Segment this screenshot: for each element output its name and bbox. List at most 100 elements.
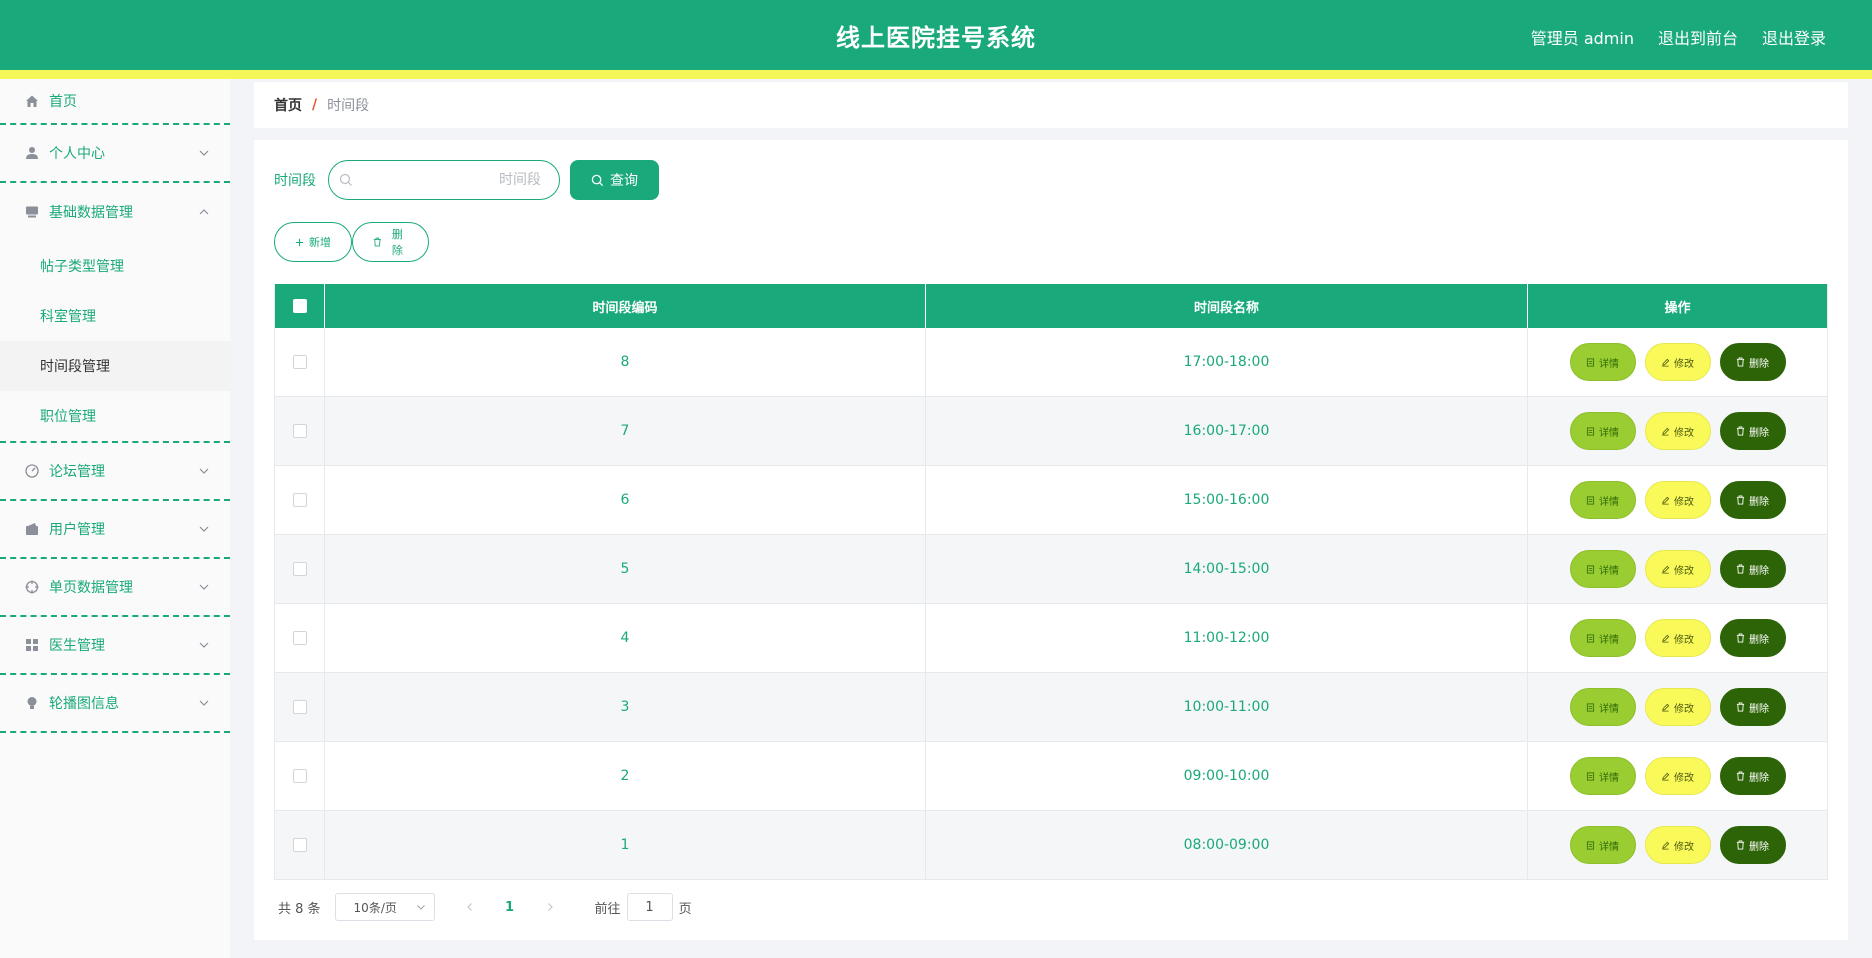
chevron-down-icon [416, 905, 425, 910]
document-icon [1586, 840, 1595, 850]
delete-button-label: 删除 [1749, 772, 1769, 784]
breadcrumb-current: 时间段 [327, 98, 370, 114]
sidebar-item-post-type[interactable]: 帖子类型管理 [0, 241, 230, 291]
row-checkbox[interactable] [292, 355, 307, 369]
back-to-front-link[interactable]: 退出到前台 [1658, 25, 1738, 49]
detail-button[interactable]: 详情 [1569, 757, 1636, 795]
detail-button[interactable]: 详情 [1569, 343, 1636, 381]
bulb-icon [24, 695, 40, 711]
table-header: 时间段编码 时间段名称 操作 [275, 284, 1827, 328]
detail-button-label: 详情 [1599, 772, 1619, 784]
cell-name: 10:00-11:00 [926, 673, 1528, 741]
delete-button[interactable]: 删除 [1719, 481, 1786, 519]
edit-button[interactable]: 修改 [1644, 481, 1711, 519]
cell-code: 4 [325, 604, 926, 672]
query-button[interactable]: 查询 [570, 160, 659, 200]
cell-name: 17:00-18:00 [926, 328, 1528, 396]
search-input[interactable] [359, 161, 549, 199]
batch-delete-button[interactable]: 删除 [352, 222, 429, 262]
edit-button[interactable]: 修改 [1644, 343, 1711, 381]
breadcrumb-separator: / [312, 97, 318, 113]
sidebar-item-label: 个人中心 [49, 146, 105, 162]
next-page-button[interactable] [535, 893, 565, 921]
delete-button[interactable]: 删除 [1719, 757, 1786, 795]
edit-button[interactable]: 修改 [1644, 619, 1711, 657]
sidebar-item-single-page[interactable]: 单页数据管理 [0, 559, 230, 617]
goto-page-input[interactable] [626, 893, 673, 921]
row-checkbox[interactable] [292, 493, 307, 507]
cell-name: 16:00-17:00 [926, 397, 1528, 465]
row-checkbox[interactable] [292, 700, 307, 714]
delete-button-label: 删除 [1749, 841, 1769, 853]
page-jumper: 前往 页 [595, 893, 692, 921]
edit-button[interactable]: 修改 [1644, 826, 1711, 864]
table-row: 6 15:00-16:00 详情 修改 删除 [275, 466, 1827, 535]
pagination: 共 8 条 10条/页 1 前往 页 [278, 893, 692, 921]
select-all-checkbox[interactable] [292, 299, 307, 313]
chevron-down-icon [199, 150, 209, 156]
chevron-right-icon [547, 903, 553, 911]
row-action-group: 详情 修改 删除 [1569, 550, 1786, 588]
sidebar-item-carousel[interactable]: 轮播图信息 [0, 675, 230, 733]
edit-button[interactable]: 修改 [1644, 757, 1711, 795]
chevron-down-icon [199, 584, 209, 590]
sidebar-item-home[interactable]: 首页 [0, 79, 230, 125]
trash-icon [1736, 495, 1745, 505]
delete-button-label: 删除 [1749, 565, 1769, 577]
detail-button-label: 详情 [1599, 634, 1619, 646]
edit-button[interactable]: 修改 [1644, 688, 1711, 726]
add-button[interactable]: 新增 [274, 222, 352, 262]
row-checkbox[interactable] [292, 562, 307, 576]
sidebar-item-time-slot[interactable]: 时间段管理 [0, 341, 230, 391]
cell-actions: 详情 修改 删除 [1528, 811, 1827, 879]
detail-button[interactable]: 详情 [1569, 550, 1636, 588]
row-checkbox[interactable] [292, 424, 307, 438]
prev-page-button[interactable] [455, 893, 485, 921]
edit-button[interactable]: 修改 [1644, 412, 1711, 450]
page-number-current[interactable]: 1 [495, 893, 525, 921]
edit-button-label: 修改 [1674, 634, 1694, 646]
header-actions: 管理员 admin 退出到前台 退出登录 [1531, 25, 1826, 49]
delete-button[interactable]: 删除 [1719, 550, 1786, 588]
detail-button[interactable]: 详情 [1569, 412, 1636, 450]
breadcrumb: 首页 / 时间段 [254, 82, 1848, 128]
delete-button[interactable]: 删除 [1719, 343, 1786, 381]
grid-icon [24, 637, 40, 653]
page-size-select[interactable]: 10条/页 [334, 893, 435, 921]
delete-button[interactable]: 删除 [1719, 688, 1786, 726]
sidebar-item-label: 轮播图信息 [49, 696, 119, 712]
sidebar-item-position[interactable]: 职位管理 [0, 391, 230, 441]
delete-button[interactable]: 删除 [1719, 826, 1786, 864]
column-header-code: 时间段编码 [325, 284, 926, 328]
cell-name: 11:00-12:00 [926, 604, 1528, 672]
logout-link[interactable]: 退出登录 [1762, 25, 1826, 49]
sidebar-item-forum[interactable]: 论坛管理 [0, 443, 230, 501]
cell-code: 5 [325, 535, 926, 603]
detail-button[interactable]: 详情 [1569, 826, 1636, 864]
row-checkbox[interactable] [292, 769, 307, 783]
pencil-icon [1662, 703, 1670, 712]
delete-button[interactable]: 删除 [1719, 619, 1786, 657]
cell-actions: 详情 修改 删除 [1528, 535, 1827, 603]
edit-button[interactable]: 修改 [1644, 550, 1711, 588]
detail-button[interactable]: 详情 [1569, 688, 1636, 726]
cell-actions: 详情 修改 删除 [1528, 328, 1827, 396]
sidebar-item-users[interactable]: 用户管理 [0, 501, 230, 559]
trash-icon [1736, 564, 1745, 574]
detail-button[interactable]: 详情 [1569, 619, 1636, 657]
sidebar-item-department[interactable]: 科室管理 [0, 291, 230, 341]
edit-button-label: 修改 [1674, 358, 1694, 370]
delete-button[interactable]: 删除 [1719, 412, 1786, 450]
cell-actions: 详情 修改 删除 [1528, 397, 1827, 465]
row-checkbox[interactable] [292, 631, 307, 645]
table-row: 3 10:00-11:00 详情 修改 删除 [275, 673, 1827, 742]
breadcrumb-home[interactable]: 首页 [274, 95, 302, 115]
sidebar-item-doctors[interactable]: 医生管理 [0, 617, 230, 675]
row-checkbox-cell [275, 535, 325, 603]
detail-button-label: 详情 [1599, 496, 1619, 508]
detail-button[interactable]: 详情 [1569, 481, 1636, 519]
row-checkbox[interactable] [292, 838, 307, 852]
sidebar-item-basic-data[interactable]: 基础数据管理 [0, 183, 230, 241]
cell-code: 8 [325, 328, 926, 396]
sidebar-item-personal-center[interactable]: 个人中心 [0, 125, 230, 183]
